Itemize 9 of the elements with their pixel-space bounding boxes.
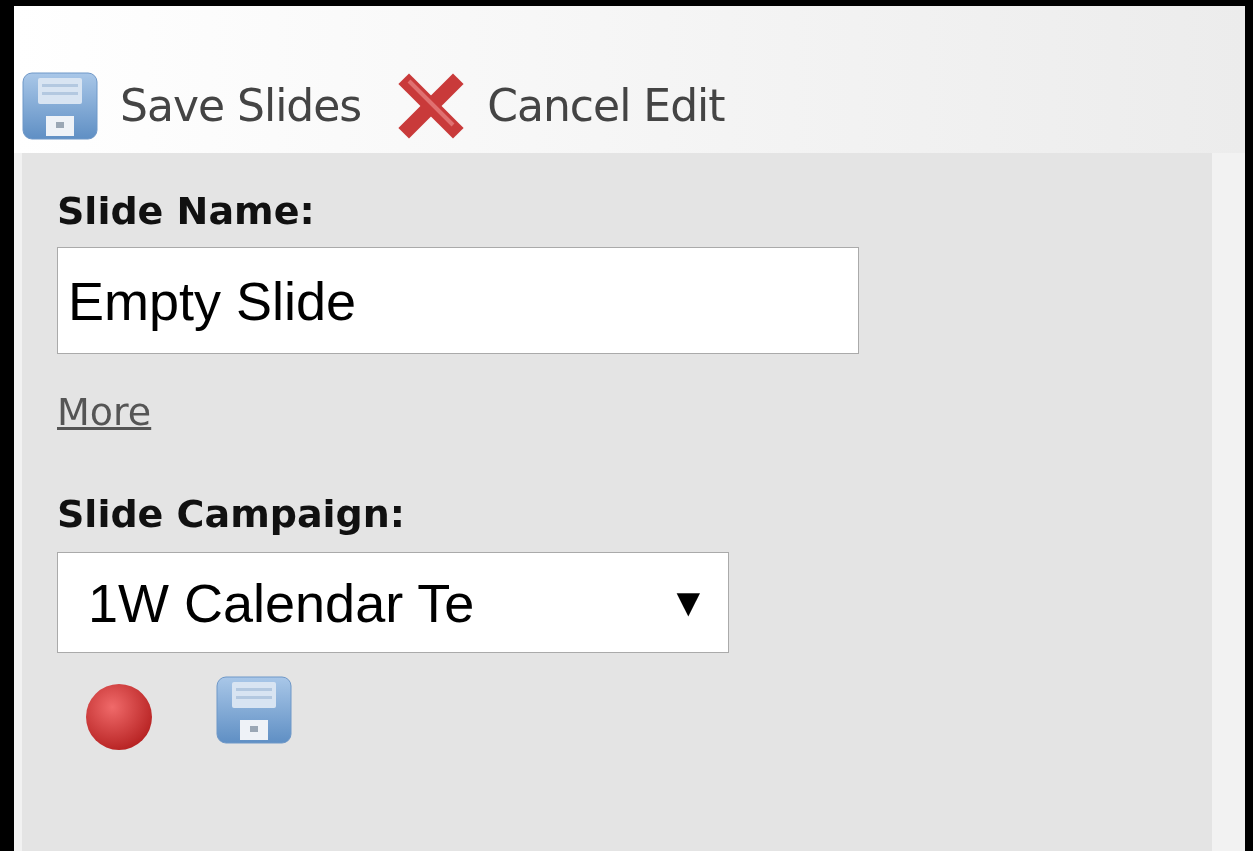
slide-name-field[interactable]: Empty Slide xyxy=(57,247,859,354)
more-link[interactable]: More xyxy=(57,390,152,434)
campaign-dropdown[interactable]: 1W Calendar Te ▼ xyxy=(57,552,729,653)
sphere-icon[interactable] xyxy=(85,683,153,751)
field-label: Slide Campaign: xyxy=(57,492,406,536)
save-button[interactable]: Save Slides xyxy=(22,71,362,140)
cancel-button[interactable]: Cancel Edit xyxy=(397,71,725,140)
cross-icon xyxy=(397,71,466,140)
field-label: Slide Name: xyxy=(57,189,315,233)
